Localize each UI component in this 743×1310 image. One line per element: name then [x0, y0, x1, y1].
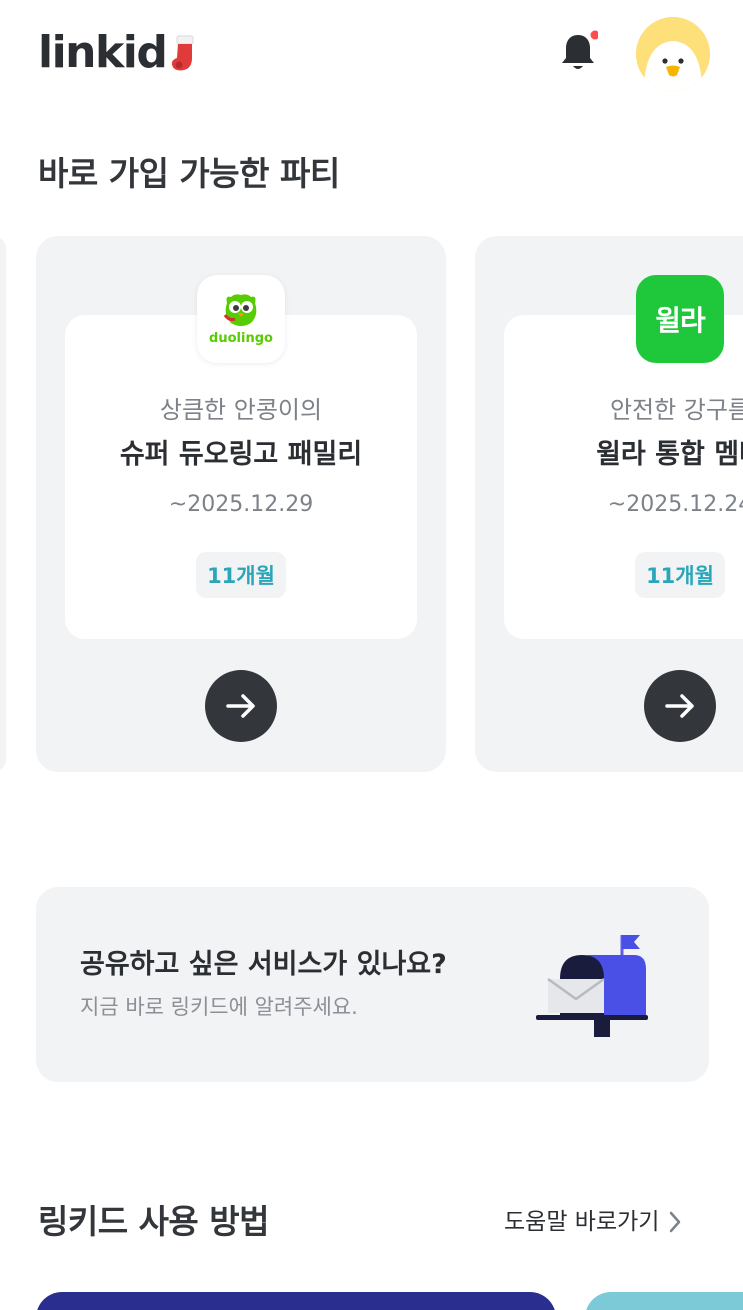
arrow-right-icon [226, 694, 255, 718]
home-screen: linkid 바로 가입 가능한 파티 상큼한 안콩이의 슈퍼 듀오링고 패밀리… [0, 0, 743, 1310]
mailbox-icon [536, 935, 648, 1037]
duolingo-logo: duolingo [197, 275, 285, 363]
christmas-stocking-icon [172, 35, 194, 71]
duolingo-wordmark: duolingo [209, 330, 273, 346]
duolingo-owl-icon [223, 293, 257, 326]
party-end-date: ~2025.12.24 [607, 492, 743, 517]
notification-dot [590, 30, 600, 40]
suggest-subtitle: 지금 바로 링키드에 알려주세요. [80, 995, 358, 1019]
previous-party-card-edge[interactable] [0, 236, 6, 772]
party-duration-badge: 11개월 [635, 552, 725, 598]
bell-icon [562, 30, 600, 69]
help-link[interactable]: 도움말 바로가기 [504, 1206, 683, 1238]
duck-avatar-icon [636, 17, 710, 91]
party-duration-badge: 11개월 [196, 552, 286, 598]
party-card-content: 안전한 강구름 윌라 통합 멤버 ~2025.12.24 11개월 [504, 315, 743, 639]
party-end-date: ~2025.12.29 [168, 492, 314, 517]
welaa-logo: 윌라 [636, 275, 724, 363]
join-party-button[interactable] [644, 670, 716, 742]
party-host-subtitle: 상큼한 안콩이의 [159, 396, 323, 424]
logo-text: linkid [38, 27, 168, 78]
party-section-title: 바로 가입 가능한 파티 [38, 154, 340, 193]
suggest-service-banner[interactable]: 공유하고 싶은 서비스가 있나요? 지금 바로 링키드에 알려주세요. [36, 887, 709, 1082]
help-link-label: 도움말 바로가기 [504, 1209, 660, 1235]
guide-card-primary[interactable] [36, 1292, 556, 1310]
welaa-logo-text: 윌라 [655, 304, 706, 337]
party-name: 윌라 통합 멤버 [596, 439, 743, 470]
guide-section-title: 링키드 사용 방법 [38, 1202, 270, 1241]
party-host-subtitle: 안전한 강구름 [609, 396, 743, 424]
app-header: linkid [0, 0, 743, 110]
linkid-logo[interactable]: linkid [38, 28, 198, 78]
notification-button[interactable] [558, 30, 600, 74]
suggest-title: 공유하고 싶은 서비스가 있나요? [80, 949, 447, 980]
party-card-welaa[interactable]: 안전한 강구름 윌라 통합 멤버 ~2025.12.24 11개월 윌라 [475, 236, 743, 772]
party-card-duolingo[interactable]: 상큼한 안콩이의 슈퍼 듀오링고 패밀리 ~2025.12.29 11개월 du… [36, 236, 446, 772]
party-name: 슈퍼 듀오링고 패밀리 [119, 439, 363, 470]
party-card-content: 상큼한 안콩이의 슈퍼 듀오링고 패밀리 ~2025.12.29 11개월 [65, 315, 417, 639]
profile-avatar[interactable] [636, 17, 710, 91]
guide-card-secondary[interactable] [585, 1292, 743, 1310]
arrow-right-icon [665, 694, 694, 718]
chevron-right-icon [670, 1211, 681, 1233]
join-party-button[interactable] [205, 670, 277, 742]
